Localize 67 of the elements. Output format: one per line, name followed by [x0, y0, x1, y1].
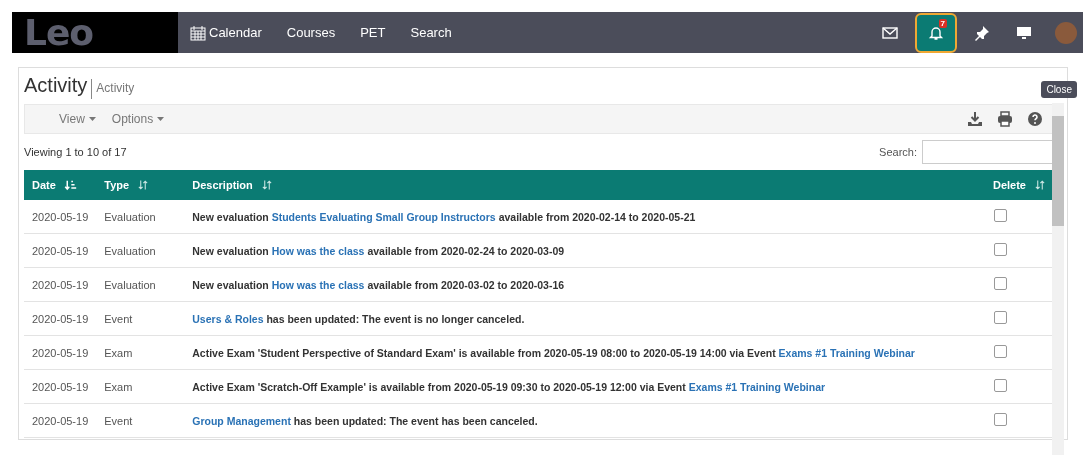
help-icon — [1027, 111, 1043, 127]
mail-icon — [882, 24, 898, 41]
delete-checkbox[interactable] — [994, 345, 1007, 358]
caret-icon — [88, 117, 96, 121]
nav-link[interactable]: Courses — [286, 24, 336, 41]
link[interactable]: Students Evaluating Small Group Instructors — [271, 210, 496, 223]
type-cell: Exam — [104, 346, 133, 359]
search-field[interactable] — [922, 140, 1054, 164]
notification-badge: 7 — [938, 18, 947, 28]
type-cell: Evaluation — [104, 210, 156, 223]
date-cell: 2020-05-19 — [32, 380, 89, 393]
scrollbar[interactable] — [1052, 103, 1064, 455]
link[interactable]: How was the class — [271, 278, 365, 291]
delete-checkbox[interactable] — [994, 311, 1007, 324]
date-cell: 2020-05-19 — [32, 278, 89, 291]
delete-checkbox[interactable] — [994, 379, 1007, 392]
delete-checkbox[interactable] — [994, 413, 1007, 426]
page-subtitle: Activity — [96, 81, 135, 95]
activity-description: Active Exam 'Scratch-Off Example' is available from 2020-05-19 09:30 to 2020-05-19 12:00 via Event Exams #1 Training Webinar — [192, 380, 826, 393]
activity-description: Active Exam 'Student Perspective of Standard Exam' is available from 2020-05-19 08:00 to 2020-05-19 14:00 via Event Exams #1 Training Webinar — [192, 346, 915, 359]
date-cell: 2020-05-19 — [32, 312, 89, 325]
sort-icon — [1034, 179, 1046, 191]
activity-description: New evaluation How was the class available from 2020-02-24 to 2020-03-09 — [192, 244, 565, 257]
nav-link[interactable]: PET — [360, 24, 386, 41]
page-title: Activity — [24, 74, 88, 97]
activity-description: New evaluation How was the class available from 2020-03-02 to 2020-03-16 — [192, 278, 565, 291]
type-cell: Event — [104, 414, 133, 427]
monitor-icon — [1016, 24, 1032, 41]
date-cell: 2020-05-19 — [32, 414, 89, 427]
activity-description: Group Management has been updated: The event has been canceled. — [192, 414, 538, 427]
type-cell: Exam — [104, 380, 133, 393]
delete-checkbox[interactable] — [994, 277, 1007, 290]
date-cell: 2020-05-19 — [32, 244, 89, 257]
date-cell: 2020-05-19 — [32, 346, 89, 359]
column-header[interactable]: Description — [192, 179, 273, 191]
link[interactable]: How was the class — [271, 244, 365, 257]
pin-icon — [974, 24, 990, 41]
delete-checkbox[interactable] — [994, 243, 1007, 256]
link[interactable]: Users & Roles — [192, 312, 264, 325]
tooltip: Close — [1041, 81, 1077, 98]
sort-descending-icon — [63, 178, 77, 192]
dropdown-menu[interactable]: View — [59, 112, 96, 126]
calendar-icon — [190, 24, 206, 41]
activity-description: Users & Roles has been updated: The event is no longer canceled. — [192, 312, 525, 325]
record-count: Viewing 1 to 10 of 17 — [24, 146, 128, 158]
delete-checkbox[interactable] — [994, 209, 1007, 222]
logo[interactable]: Leo — [12, 12, 178, 53]
caret-icon — [157, 117, 165, 121]
link[interactable]: Exams #1 Training Webinar — [688, 380, 826, 393]
link[interactable]: Exams #1 Training Webinar — [778, 346, 915, 359]
activity-description: New evaluation Students Evaluating Small Group Instructors available from 2020-02-14 to 2020-05-21 — [192, 210, 696, 223]
dropdown-menu[interactable]: Options — [111, 112, 165, 126]
download-icon — [967, 111, 983, 127]
type-cell: Evaluation — [104, 244, 156, 257]
link[interactable]: Group Management — [192, 414, 291, 427]
avatar[interactable] — [1055, 21, 1077, 44]
nav-link[interactable]: Calendar — [190, 24, 262, 41]
nav-link[interactable]: Search — [410, 24, 452, 41]
sort-icon — [260, 179, 273, 191]
search-label: Search: — [879, 146, 917, 158]
sort-icon — [137, 179, 150, 191]
bell-icon — [928, 24, 944, 41]
type-cell: Evaluation — [104, 278, 156, 291]
print-icon — [997, 111, 1013, 127]
type-cell: Event — [104, 312, 133, 325]
date-cell: 2020-05-19 — [32, 210, 89, 223]
toolbar-button[interactable]: 7 — [915, 12, 957, 53]
